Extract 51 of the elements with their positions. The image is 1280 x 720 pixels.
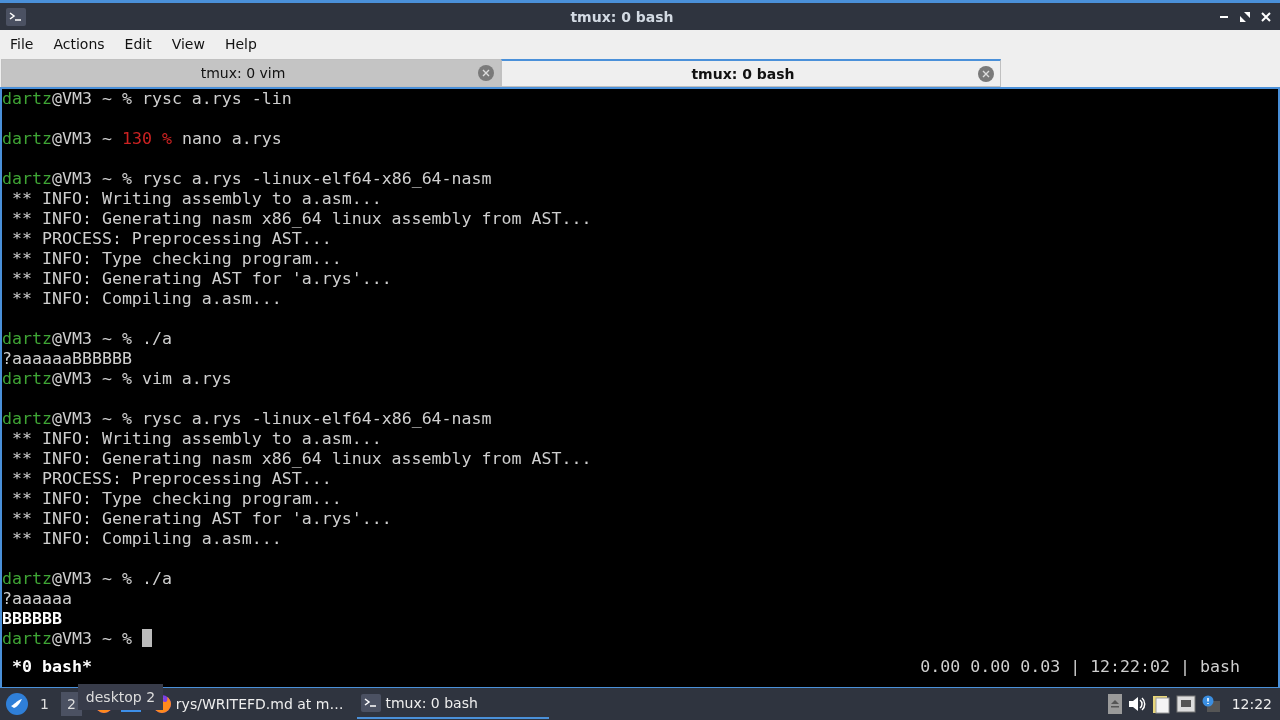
output-line: ?aaaaaaBBBBBB	[2, 349, 132, 368]
output-line: ** INFO: Type checking program...	[11, 489, 342, 508]
output-line: ** INFO: Writing assembly to a.asm...	[11, 189, 382, 208]
output-line: ** PROCESS: Preprocessing AST...	[11, 229, 332, 248]
prompt-host: @VM3 ~	[51, 569, 112, 588]
tooltip: desktop 2	[77, 684, 164, 710]
output-line: ** INFO: Type checking program...	[11, 249, 342, 268]
output-line: BBBBBB	[2, 609, 62, 628]
prompt-user: dartz	[2, 129, 52, 148]
output-line: ** INFO: Compiling a.asm...	[11, 289, 282, 308]
output-line: ** INFO: Generating AST for 'a.rys'...	[11, 269, 392, 288]
output-line: ?aaaaaa	[2, 589, 72, 608]
output-line: ** INFO: Compiling a.asm...	[11, 529, 282, 548]
output-line: ** INFO: Generating nasm x86_64 linux assembly from AST...	[11, 209, 592, 228]
prompt-user: dartz	[2, 89, 52, 108]
prompt-user: dartz	[2, 369, 52, 388]
prompt-host: @VM3 ~	[51, 629, 112, 648]
prompt-host: @VM3 ~	[51, 129, 112, 148]
command-text: ./a	[141, 569, 172, 588]
command-text: nano a.rys	[181, 129, 282, 148]
prompt-symbol: %	[121, 369, 132, 388]
prompt-symbol: %	[121, 409, 132, 428]
output-line: ** PROCESS: Preprocessing AST...	[11, 469, 332, 488]
prompt-symbol: %	[121, 89, 132, 108]
prompt-symbol: %	[161, 129, 172, 148]
prompt-host: @VM3 ~	[51, 329, 112, 348]
output-line: ** INFO: Generating nasm x86_64 linux assembly from AST...	[11, 449, 592, 468]
prompt-host: @VM3 ~	[51, 409, 112, 428]
window-title: tmux: 0 bash	[569, 8, 675, 25]
prompt-user: dartz	[2, 329, 52, 348]
command-text: rysc a.rys -linux-elf64-x86_64-nasm	[141, 169, 492, 188]
tmux-window-list: *0 bash*	[12, 657, 92, 681]
output-line: ** INFO: Writing assembly to a.asm...	[11, 429, 382, 448]
prompt-host: @VM3 ~	[51, 169, 112, 188]
prompt-symbol: %	[121, 169, 132, 188]
prompt-symbol: %	[121, 629, 132, 648]
exit-code: 130	[121, 129, 152, 148]
command-text: rysc a.rys -lin	[141, 89, 292, 108]
command-text: vim a.rys	[141, 369, 232, 388]
prompt-user: dartz	[2, 569, 52, 588]
prompt-symbol: %	[121, 569, 132, 588]
prompt-symbol: %	[121, 329, 132, 348]
output-line: ** INFO: Generating AST for 'a.rys'...	[11, 509, 392, 528]
tmux-status: 0.00 0.00 0.03 | 12:22:02 | bash	[920, 657, 1240, 678]
prompt-host: @VM3 ~	[51, 89, 112, 108]
prompt-user: dartz	[2, 409, 52, 428]
command-text: ./a	[141, 329, 172, 348]
prompt-user: dartz	[2, 169, 52, 188]
prompt-host: @VM3 ~	[51, 369, 112, 388]
prompt-user: dartz	[2, 629, 52, 648]
command-text: rysc a.rys -linux-elf64-x86_64-nasm	[141, 409, 492, 428]
